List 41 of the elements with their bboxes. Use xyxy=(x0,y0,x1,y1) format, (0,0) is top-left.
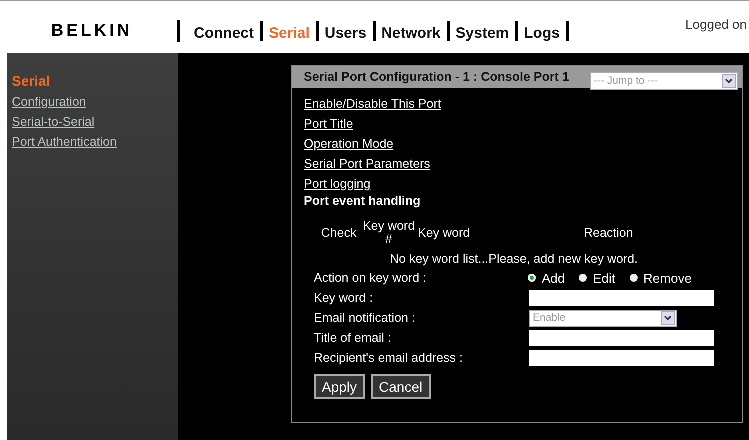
radio-button[interactable] xyxy=(579,274,588,282)
sidebar-link[interactable]: Serial-to-Serial xyxy=(12,112,95,132)
text-field[interactable] xyxy=(529,350,714,366)
text-field[interactable] xyxy=(529,330,714,346)
empty-message: No key word list...Please, add new key word. xyxy=(390,251,638,268)
dropdown-icon xyxy=(661,311,675,325)
radio-option[interactable]: Edit xyxy=(579,270,616,286)
radio-button[interactable] xyxy=(528,274,536,282)
section-link[interactable]: Enable/Disable This Port xyxy=(304,94,442,114)
text-field[interactable] xyxy=(529,290,714,306)
section-link[interactable]: Operation Mode xyxy=(304,134,394,154)
radio-button[interactable] xyxy=(630,274,638,282)
column-header: Key word # xyxy=(362,220,416,246)
dropdown-icon xyxy=(722,74,736,88)
column-header: Reaction xyxy=(584,226,634,240)
column-header: Key word xyxy=(418,226,472,240)
nav-tab[interactable]: Logs xyxy=(524,19,560,42)
form-button[interactable]: Cancel xyxy=(371,374,431,399)
radio-option[interactable]: Add xyxy=(528,270,566,286)
field-label: Key word : xyxy=(314,291,374,305)
form-button[interactable]: Apply xyxy=(314,374,366,399)
field-label: Action on key word : xyxy=(314,271,427,285)
field-label: Email notification : xyxy=(314,311,416,325)
section-link[interactable]: Port logging xyxy=(304,174,371,194)
panel-title: Serial Port Configuration - 1 : Console Port 1 xyxy=(304,70,570,84)
field-label: Recipient's email address : xyxy=(314,351,463,365)
sidebar-link[interactable]: Configuration xyxy=(12,92,86,112)
field-label: Title of email : xyxy=(314,331,392,345)
nav-tab[interactable]: Connect xyxy=(194,19,254,42)
login-status: Logged on xyxy=(686,17,747,32)
radio-option[interactable]: Remove xyxy=(630,270,692,286)
section-link[interactable]: Port Title xyxy=(304,114,354,134)
sidebar-title: Serial xyxy=(12,73,50,89)
column-header: Check xyxy=(320,226,358,240)
sidebar-link[interactable]: Port Authentication xyxy=(12,132,117,152)
section-title: Port event handling xyxy=(304,194,421,208)
nav-tab[interactable]: Users xyxy=(324,19,367,42)
logo: BELKIN xyxy=(50,20,134,41)
nav-tab[interactable]: System xyxy=(456,19,510,42)
nav-tab[interactable]: Network xyxy=(382,19,441,42)
section-link[interactable]: Serial Port Parameters xyxy=(304,154,430,174)
